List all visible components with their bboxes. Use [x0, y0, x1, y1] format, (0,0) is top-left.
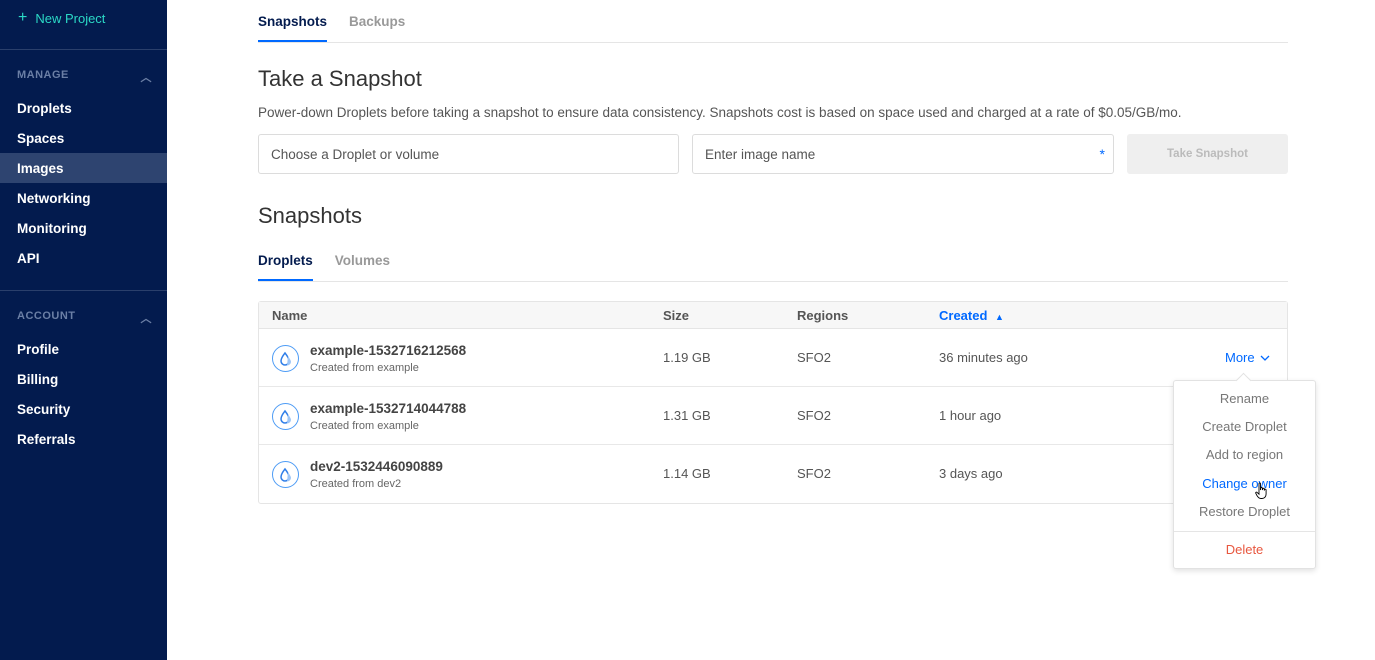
snapshot-source: Created from dev2: [310, 478, 402, 490]
menu-item-change-owner[interactable]: Change owner: [1174, 476, 1315, 491]
sidebar-item-api[interactable]: API: [0, 243, 167, 273]
snapshot-name[interactable]: example-1532716212568: [310, 343, 466, 358]
snapshot-size: 1.19 GB: [663, 350, 711, 365]
chevron-down-icon: [1260, 355, 1270, 361]
droplet-icon: [272, 461, 299, 488]
sidebar-divider: [0, 49, 167, 50]
take-snapshot-title: Take a Snapshot: [258, 66, 422, 91]
tab-divider: [258, 42, 1288, 43]
snapshot-source: Created from example: [310, 362, 419, 374]
more-button[interactable]: More: [1225, 350, 1270, 365]
snapshot-created: 1 hour ago: [939, 408, 1002, 423]
sidebar-item-billing[interactable]: Billing: [0, 364, 167, 394]
menu-item-add-to-region[interactable]: Add to region: [1174, 447, 1315, 462]
snapshot-region: SFO2: [797, 350, 831, 365]
tab-divider: [258, 281, 1288, 282]
column-regions[interactable]: Regions: [797, 308, 848, 323]
snapshot-name[interactable]: dev2-1532446090889: [310, 459, 443, 474]
column-created[interactable]: Created ▲: [939, 308, 1004, 323]
sidebar: + New Project MANAGE ︿ Droplets Spaces I…: [0, 0, 167, 660]
section-header-account[interactable]: ACCOUNT ︿: [17, 310, 152, 326]
snapshot-source: Created from example: [310, 420, 419, 432]
table-row: example-1532714044788 Created from examp…: [259, 387, 1287, 445]
droplet-volume-select[interactable]: Choose a Droplet or volume: [258, 134, 679, 174]
sidebar-item-droplets[interactable]: Droplets: [0, 93, 167, 123]
snapshots-table: Name Size Regions Created ▲ example-1532…: [258, 301, 1288, 504]
more-dropdown-menu: Rename Create Droplet Add to region Chan…: [1173, 380, 1316, 569]
snapshot-name[interactable]: example-1532714044788: [310, 401, 466, 416]
tab-volumes[interactable]: Volumes: [335, 253, 390, 280]
sidebar-divider: [0, 290, 167, 291]
chevron-up-icon: ︿: [140, 313, 152, 325]
menu-divider: [1174, 531, 1315, 532]
table-row: dev2-1532446090889 Created from dev2 1.1…: [259, 445, 1287, 503]
snapshot-region: SFO2: [797, 466, 831, 481]
sidebar-item-monitoring[interactable]: Monitoring: [0, 213, 167, 243]
sidebar-item-networking[interactable]: Networking: [0, 183, 167, 213]
droplet-icon: [272, 345, 299, 372]
menu-item-delete[interactable]: Delete: [1174, 542, 1315, 557]
new-project-button[interactable]: + New Project: [18, 9, 105, 27]
image-name-input[interactable]: Enter image name *: [692, 134, 1114, 174]
sidebar-item-images[interactable]: Images: [0, 153, 167, 183]
table-header: Name Size Regions Created ▲: [259, 302, 1287, 329]
tab-droplets[interactable]: Droplets: [258, 253, 313, 281]
snapshots-title: Snapshots: [258, 203, 362, 228]
required-marker: *: [1099, 146, 1105, 162]
snapshot-size: 1.31 GB: [663, 408, 711, 423]
hand-cursor-icon: [1255, 482, 1267, 499]
snapshot-tabs: Droplets Volumes: [258, 253, 390, 281]
top-tabs: Snapshots Backups: [258, 14, 405, 42]
sidebar-item-referrals[interactable]: Referrals: [0, 424, 167, 454]
column-size[interactable]: Size: [663, 308, 689, 323]
snapshot-created: 36 minutes ago: [939, 350, 1028, 365]
menu-item-rename[interactable]: Rename: [1174, 391, 1315, 406]
sort-asc-icon: ▲: [995, 312, 1004, 322]
snapshot-region: SFO2: [797, 408, 831, 423]
menu-item-create-droplet[interactable]: Create Droplet: [1174, 419, 1315, 434]
droplet-icon: [272, 403, 299, 430]
column-name[interactable]: Name: [272, 308, 307, 323]
chevron-up-icon: ︿: [140, 72, 152, 84]
tab-snapshots[interactable]: Snapshots: [258, 14, 328, 42]
take-snapshot-button[interactable]: Take Snapshot: [1127, 134, 1288, 174]
snapshot-created: 3 days ago: [939, 466, 1003, 481]
menu-item-restore-droplet[interactable]: Restore Droplet: [1174, 504, 1315, 519]
sidebar-item-profile[interactable]: Profile: [0, 334, 167, 364]
sidebar-item-security[interactable]: Security: [0, 394, 167, 424]
snapshot-size: 1.14 GB: [663, 466, 711, 481]
tab-backups[interactable]: Backups: [349, 14, 405, 41]
section-header-manage[interactable]: MANAGE ︿: [17, 69, 152, 85]
plus-icon: +: [18, 9, 28, 26]
snapshot-description: Power-down Droplets before taking a snap…: [258, 105, 1182, 120]
sidebar-item-spaces[interactable]: Spaces: [0, 123, 167, 153]
table-row: example-1532716212568 Created from examp…: [259, 329, 1287, 387]
